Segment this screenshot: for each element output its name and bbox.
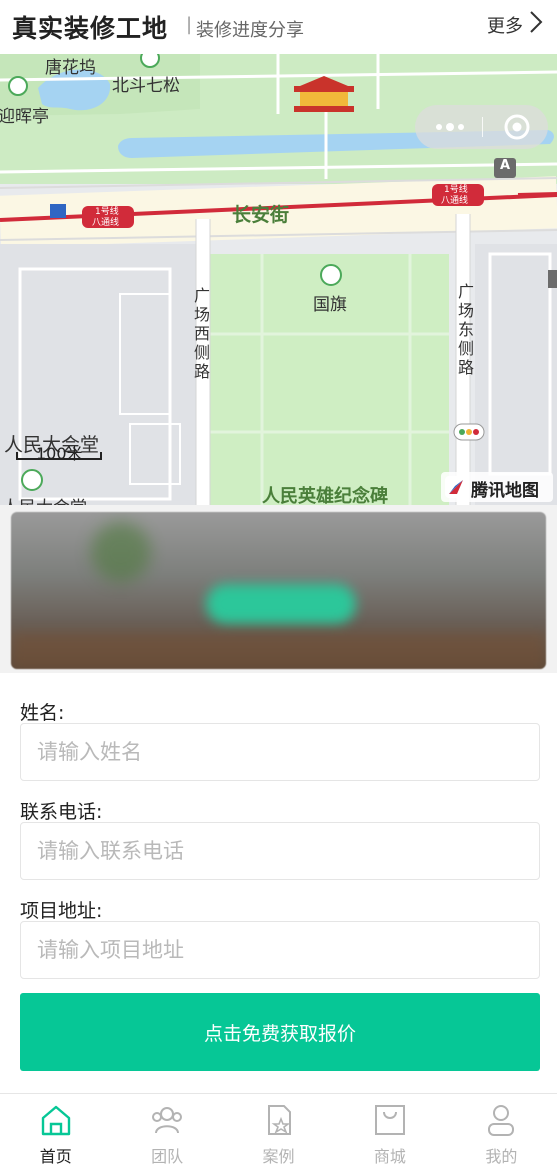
shop-icon [374, 1105, 405, 1135]
map-label-guangchang-dong: 广场东侧路 [457, 282, 474, 377]
map-label-changanjie: 长安街 [232, 204, 290, 226]
banner-strip [11, 632, 546, 669]
case-icon [267, 1105, 291, 1135]
map-scale: 100米 [16, 440, 102, 466]
map-label-renmin-dahuitang-2: 人民大会堂 [2, 493, 87, 505]
phone-label: 联系电话: [20, 801, 103, 823]
home-icon [41, 1105, 70, 1136]
tab-shop-label: 商城 [373, 1147, 406, 1166]
promo-banner[interactable] [11, 512, 546, 669]
name-label: 姓名: [20, 702, 65, 724]
top-header: 真实装修工地 | 装修进度分享 更多 [0, 0, 557, 54]
tab-home[interactable]: 首页 [0, 1094, 111, 1167]
more-dots-icon[interactable] [433, 118, 467, 136]
phone-input[interactable] [20, 822, 540, 880]
metro-badge-line1-d: 八通线 [441, 196, 469, 206]
banner-decoration [91, 522, 151, 582]
tab-shop[interactable]: 商城 [334, 1094, 445, 1167]
title-separator: | [186, 14, 193, 35]
bottom-tab-bar: 首页 团队 案例 商城 我的 [0, 1093, 557, 1167]
map-brand: 腾讯地图 [441, 472, 553, 502]
more-link[interactable]: 更多 [487, 12, 523, 38]
map-label-beidouqisong: 北斗七松 [112, 76, 180, 96]
tab-cases[interactable]: 案例 [223, 1094, 334, 1167]
map-label-guoqi: 国旗 [313, 295, 347, 315]
tab-profile[interactable]: 我的 [446, 1094, 557, 1167]
capsule-divider [482, 117, 483, 137]
chevron-right-icon[interactable] [529, 10, 543, 34]
map-label-tanghuawu: 唐花坞 [45, 58, 96, 78]
address-input[interactable] [20, 921, 540, 979]
user-icon [488, 1105, 515, 1136]
get-quote-button[interactable]: 点击免费获取报价 [20, 993, 540, 1071]
map-brand-label: 腾讯地图 [471, 481, 539, 501]
banner-button [206, 584, 356, 624]
tab-profile-label: 我的 [485, 1147, 518, 1166]
map-label-guangchang-xi: 广场西侧路 [193, 286, 210, 381]
tab-team-label: 团队 [151, 1147, 184, 1166]
tab-home-label: 首页 [39, 1147, 72, 1166]
map-label-yinghuiting: 迎晖亭 [0, 107, 49, 127]
close-target-icon[interactable] [503, 113, 531, 141]
page-subtitle: 装修进度分享 [196, 20, 304, 41]
tab-cases-label: 案例 [262, 1147, 295, 1166]
tencent-map-logo-icon [445, 476, 467, 498]
metro-exit-a: A [500, 158, 511, 173]
metro-badge-line1-b: 八通线 [92, 218, 120, 228]
map-view[interactable]: 唐花坞 北斗七松 迎晖亭 长安街 国旗 广场西侧路 广场东侧路 人民大会堂 人民… [0, 54, 557, 505]
team-icon [152, 1107, 183, 1134]
page-title: 真实装修工地 [12, 14, 169, 43]
address-label: 项目地址: [20, 900, 103, 922]
map-scale-bar [16, 452, 102, 460]
name-input[interactable] [20, 723, 540, 781]
miniprogram-capsule[interactable] [415, 105, 548, 149]
map-label-monument: 人民英雄纪念碑 [262, 486, 388, 505]
tab-team[interactable]: 团队 [111, 1094, 222, 1167]
banner-area [0, 505, 557, 673]
